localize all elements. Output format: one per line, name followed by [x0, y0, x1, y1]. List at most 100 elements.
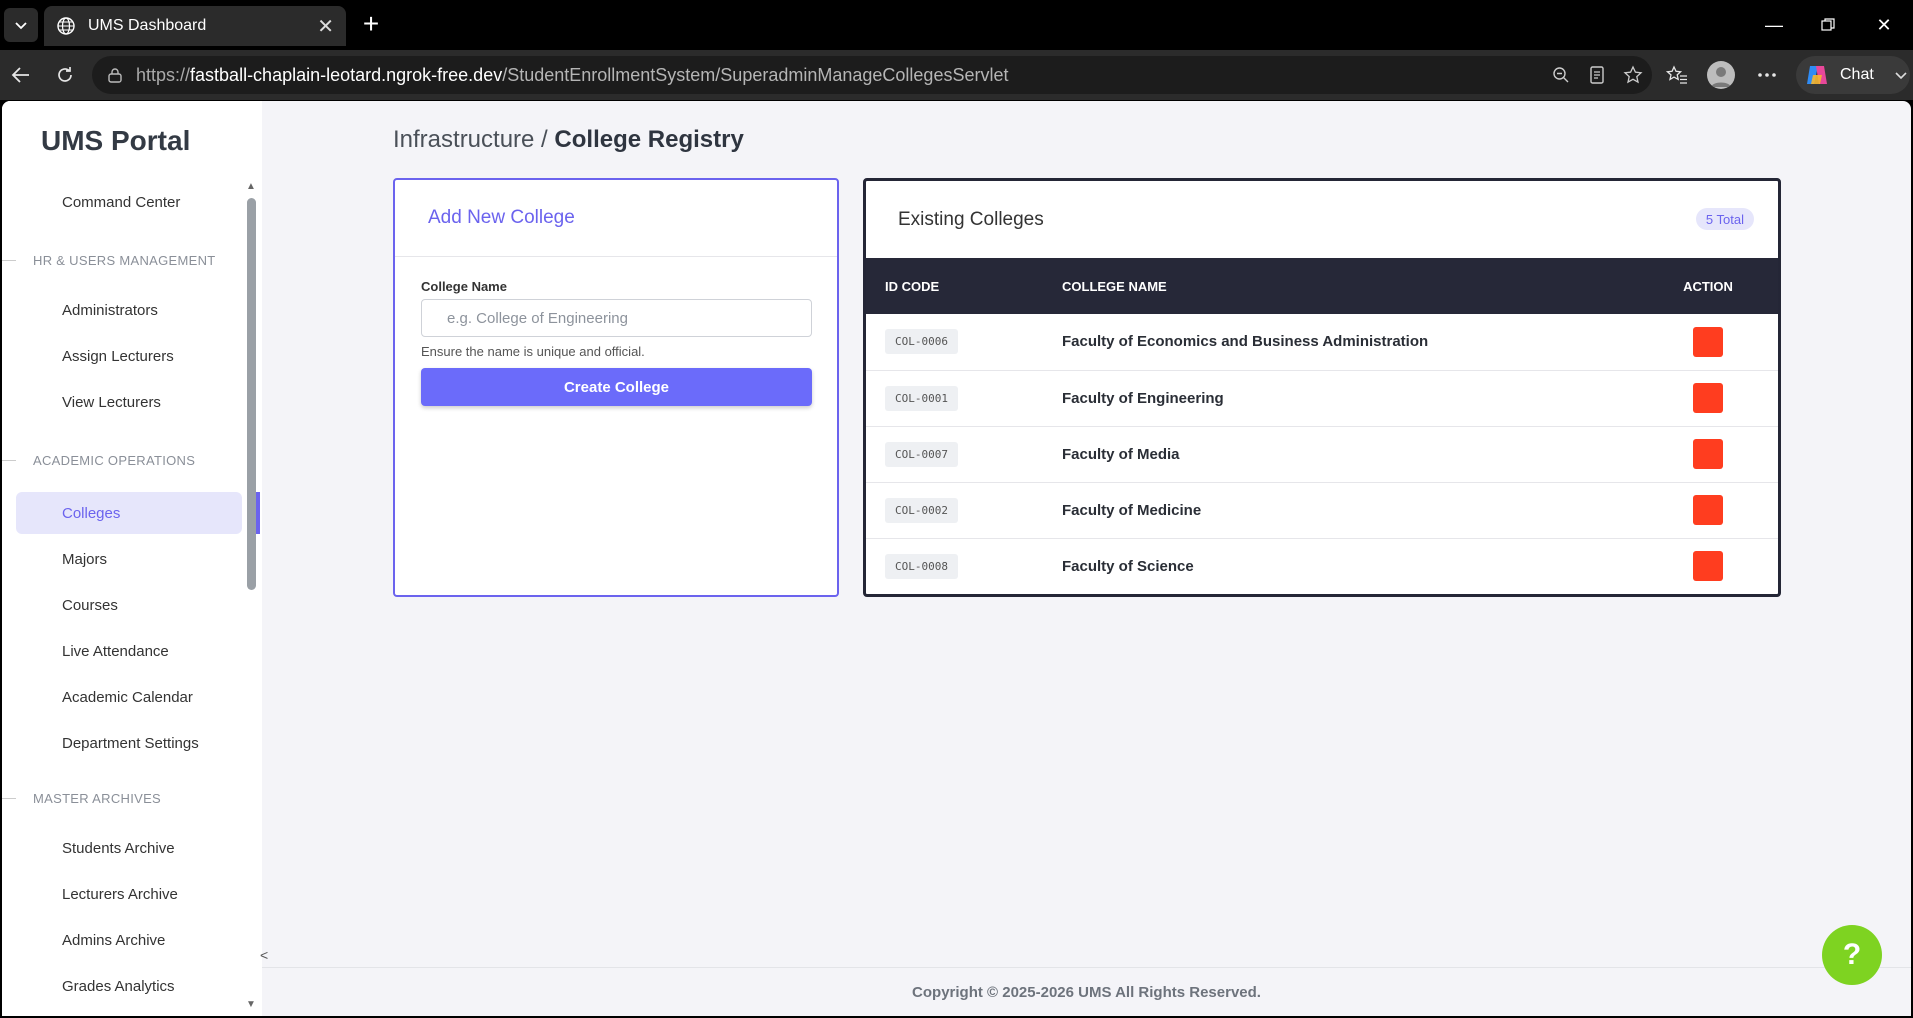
sidebar-item-administrators[interactable]: Administrators	[16, 289, 242, 331]
table-row: COL-0007 Faculty of Media	[866, 426, 1778, 482]
existing-colleges-title: Existing Colleges	[898, 208, 1044, 230]
delete-college-button[interactable]	[1693, 326, 1723, 357]
delete-college-button[interactable]	[1693, 439, 1723, 469]
sidebar-item-label: Colleges	[62, 504, 121, 522]
sidebar-collapse-button[interactable]: <	[260, 947, 268, 963]
section-divider	[2, 460, 16, 461]
browser-titlebar: UMS Dashboard ✕ + — ✕	[0, 0, 1913, 50]
sidebar-item-live-attendance[interactable]: Live Attendance	[16, 630, 242, 672]
refresh-icon[interactable]	[52, 62, 78, 88]
sidebar-item-label: Courses	[62, 596, 118, 614]
sidebar-scrollbar[interactable]	[247, 198, 256, 590]
section-master-archives: MASTER ARCHIVES	[33, 791, 162, 806]
new-tab-button[interactable]: +	[356, 10, 386, 40]
favorite-star-icon[interactable]	[1622, 64, 1644, 86]
more-options-icon[interactable]	[1754, 62, 1780, 88]
sidebar-item-label: Live Attendance	[62, 642, 169, 660]
create-college-button[interactable]: Create College	[421, 368, 812, 406]
scroll-down-arrow-icon[interactable]: ▼	[246, 999, 256, 1010]
column-header-name: COLLEGE NAME	[1062, 278, 1167, 294]
sidebar-item-admins-archive[interactable]: Admins Archive	[16, 919, 242, 961]
sidebar: UMS Portal Command Center HR & USERS MAN…	[2, 101, 262, 1016]
table-row: COL-0002 Faculty of Medicine	[866, 482, 1778, 538]
sidebar-item-label: Administrators	[62, 301, 158, 319]
tab-title: UMS Dashboard	[88, 17, 207, 34]
globe-icon	[57, 17, 75, 35]
sidebar-item-majors[interactable]: Majors	[16, 538, 242, 580]
url-scheme: https://	[136, 64, 191, 85]
sidebar-item-label: Lecturers Archive	[62, 885, 178, 903]
chevron-down-icon[interactable]	[1894, 68, 1908, 82]
page-title: College Registry	[554, 126, 744, 153]
copyright-text: Copyright © 2025-2026 UMS All Rights Res…	[912, 983, 1261, 1001]
breadcrumb-parent: Infrastructure	[393, 126, 535, 153]
active-indicator	[256, 492, 260, 534]
sidebar-item-command-center[interactable]: Command Center	[16, 181, 242, 223]
sidebar-item-courses[interactable]: Courses	[16, 584, 242, 626]
help-button[interactable]: ?	[1822, 925, 1882, 985]
college-name-cell: Faculty of Science	[1062, 557, 1194, 575]
sidebar-item-label: Assign Lecturers	[62, 347, 174, 365]
site-info-icon[interactable]	[106, 66, 124, 84]
sidebar-item-label: Majors	[62, 550, 108, 568]
zoom-icon[interactable]	[1550, 64, 1572, 86]
sidebar-item-assign-lecturers[interactable]: Assign Lecturers	[16, 335, 242, 377]
restore-icon[interactable]	[1806, 10, 1850, 40]
browser-toolbar: https://fastball-chaplain-leotard.ngrok-…	[0, 50, 1913, 100]
address-bar[interactable]: https://fastball-chaplain-leotard.ngrok-…	[92, 56, 1652, 94]
chevron-down-icon	[15, 22, 27, 30]
column-header-action: ACTION	[1683, 278, 1733, 294]
browser-tab[interactable]: UMS Dashboard ✕	[44, 6, 346, 46]
sidebar-item-view-lecturers[interactable]: View Lecturers	[16, 381, 242, 423]
delete-college-button[interactable]	[1693, 495, 1723, 525]
college-name-label: College Name	[421, 279, 507, 294]
college-id-chip: COL-0006	[885, 329, 958, 355]
breadcrumb-separator: /	[534, 126, 555, 153]
college-name-cell: Faculty of Economics and Business Admini…	[1062, 333, 1429, 351]
table-row: COL-0008 Faculty of Science	[866, 538, 1778, 594]
sidebar-item-students-archive[interactable]: Students Archive	[16, 827, 242, 869]
minimize-icon[interactable]: —	[1752, 10, 1796, 40]
section-divider	[2, 798, 16, 799]
sidebar-item-academic-calendar[interactable]: Academic Calendar	[16, 676, 242, 718]
delete-college-button[interactable]	[1693, 551, 1723, 582]
profile-avatar-icon[interactable]	[1707, 61, 1735, 89]
page-footer: Copyright © 2025-2026 UMS All Rights Res…	[262, 967, 1911, 1016]
sidebar-item-label: Admins Archive	[62, 931, 166, 949]
college-name-help: Ensure the name is unique and official.	[421, 344, 645, 359]
section-hr-users: HR & USERS MANAGEMENT	[33, 253, 216, 268]
existing-colleges-card: Existing Colleges 5 Total ID CODE COLLEG…	[863, 178, 1781, 597]
delete-college-button[interactable]	[1693, 383, 1723, 413]
reader-view-icon[interactable]	[1586, 64, 1608, 86]
college-id-chip: COL-0007	[885, 441, 958, 467]
scroll-up-arrow-icon[interactable]: ▲	[246, 181, 256, 192]
back-arrow-icon[interactable]	[8, 62, 34, 88]
close-tab-icon[interactable]: ✕	[317, 14, 334, 39]
college-id-chip: COL-0008	[885, 553, 958, 579]
favorites-icon[interactable]	[1664, 62, 1690, 88]
url-path: /StudentEnrollmentSystem/SuperadminManag…	[502, 64, 1009, 85]
sidebar-item-label: Academic Calendar	[62, 688, 193, 706]
brand-title: UMS Portal	[41, 125, 191, 156]
existing-colleges-header: Existing Colleges 5 Total	[866, 181, 1778, 258]
window-close-icon[interactable]: ✕	[1862, 10, 1906, 40]
copilot-chat-button[interactable]: Chat	[1796, 56, 1910, 94]
column-header-id: ID CODE	[885, 278, 940, 294]
sidebar-item-colleges[interactable]: Colleges	[16, 492, 242, 534]
sidebar-item-label: View Lecturers	[62, 393, 161, 411]
table-row: COL-0006 Faculty of Economics and Busine…	[866, 314, 1778, 370]
table-row: COL-0001 Faculty of Engineering	[866, 370, 1778, 426]
sidebar-item-lecturers-archive[interactable]: Lecturers Archive	[16, 873, 242, 915]
sidebar-item-grades-analytics[interactable]: Grades Analytics	[16, 965, 242, 1007]
tab-list-button[interactable]	[4, 8, 38, 42]
college-id-chip: COL-0002	[885, 497, 958, 523]
sidebar-item-department-settings[interactable]: Department Settings	[16, 722, 242, 764]
sidebar-item-label: Students Archive	[62, 839, 175, 857]
chat-label: Chat	[1840, 66, 1874, 83]
add-college-card: Add New College College Name Ensure the …	[393, 178, 839, 597]
college-name-cell: Faculty of Medicine	[1062, 501, 1202, 519]
college-name-input[interactable]	[421, 299, 812, 337]
college-name-cell: Faculty of Media	[1062, 445, 1180, 463]
breadcrumb: Infrastructure / College Registry	[393, 126, 744, 154]
section-academic-operations: ACADEMIC OPERATIONS	[33, 453, 196, 468]
